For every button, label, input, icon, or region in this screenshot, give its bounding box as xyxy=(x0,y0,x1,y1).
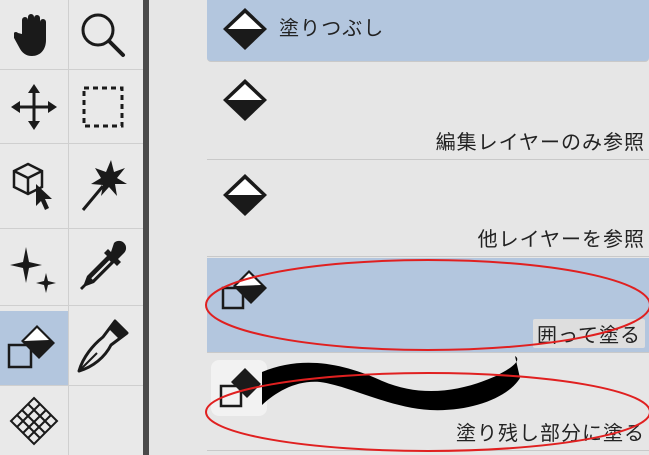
auto-select-tool[interactable] xyxy=(69,144,137,228)
subtool-edit-layer-only[interactable]: 編集レイヤーのみ参照 xyxy=(207,64,649,160)
tool-palette xyxy=(0,0,143,455)
pattern-tool[interactable] xyxy=(0,386,68,455)
eyedropper-tool[interactable] xyxy=(69,229,137,305)
cube-cursor-icon xyxy=(12,162,52,210)
subtool-label: 塗り残し部分に塗る xyxy=(456,421,645,445)
magnifier-icon xyxy=(81,13,125,57)
move-tool[interactable] xyxy=(0,70,68,143)
move-arrows-icon xyxy=(11,83,57,130)
fill-gaps-icon xyxy=(211,360,267,416)
hand-tool[interactable] xyxy=(0,0,68,69)
pen-nib-icon xyxy=(77,319,129,372)
subtool-fill-unpainted[interactable]: 塗り残し部分に塗る xyxy=(207,354,649,451)
pen-tool[interactable] xyxy=(69,306,137,385)
fill-bucket-icon xyxy=(223,174,267,216)
subtool-enclose-fill[interactable]: 囲って塗る xyxy=(207,258,649,353)
enclose-fill-icon xyxy=(221,270,267,310)
crosshatch-icon xyxy=(9,396,59,445)
magic-wand-icon xyxy=(81,160,127,211)
fill-bucket-icon xyxy=(7,325,55,369)
subtool-label: 囲って塗る xyxy=(533,319,645,348)
subtool-panel: 塗りつぶし 編集レイヤーのみ参照 他レイヤーを参照 囲って塗る 塗り残し部分に塗… xyxy=(149,0,649,455)
subtool-reference-other-layers[interactable]: 他レイヤーを参照 xyxy=(207,161,649,257)
subtool-label: 他レイヤーを参照 xyxy=(477,227,645,251)
eraser-sparkle-tool[interactable] xyxy=(0,229,68,305)
eyedropper-icon xyxy=(80,240,127,290)
subtool-label: 塗りつぶし xyxy=(279,16,385,40)
selection-tool[interactable] xyxy=(69,70,137,143)
fill-bucket-icon xyxy=(223,79,267,121)
marquee-icon xyxy=(82,86,124,127)
fill-bucket-icon xyxy=(223,8,267,50)
hand-icon xyxy=(14,13,46,56)
sparkle-icon xyxy=(10,247,56,293)
subtool-fill[interactable]: 塗りつぶし xyxy=(207,0,649,62)
subtool-label: 編集レイヤーのみ参照 xyxy=(435,130,645,154)
zoom-tool[interactable] xyxy=(69,0,137,69)
operation-tool[interactable] xyxy=(0,144,68,228)
fill-tool[interactable] xyxy=(0,311,68,385)
